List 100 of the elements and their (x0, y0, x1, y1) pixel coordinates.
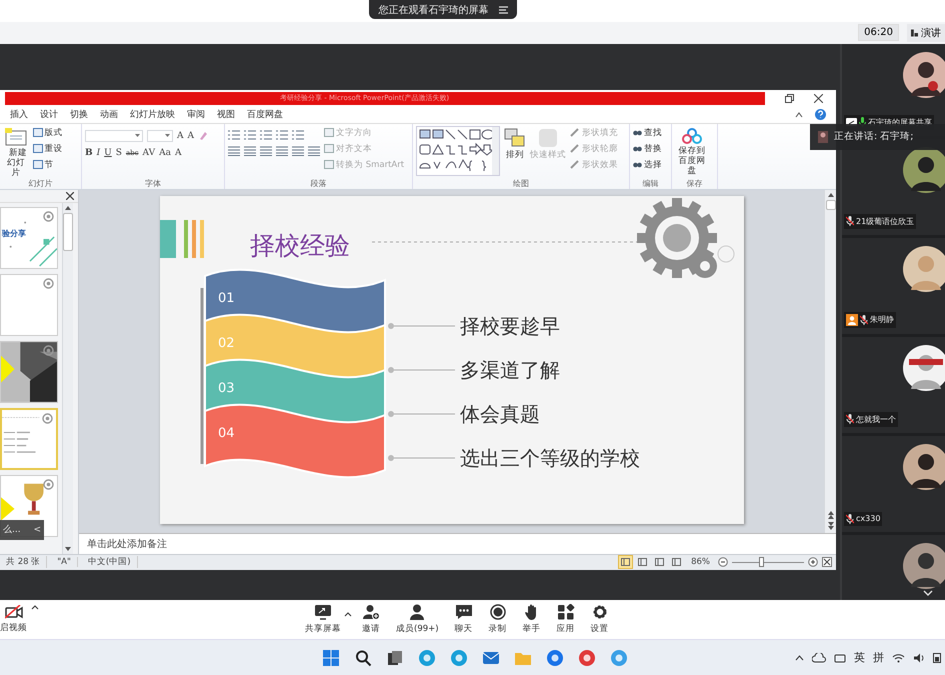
chevron-down-icon[interactable] (923, 590, 933, 596)
view-button[interactable] (670, 556, 684, 568)
ribbon-command[interactable]: 重设 (32, 142, 62, 156)
video-button[interactable]: 启视频 (0, 604, 27, 634)
storage-icon[interactable] (834, 652, 846, 663)
align-icon[interactable] (260, 146, 272, 156)
browser-icon[interactable] (418, 648, 436, 667)
format-button[interactable]: Aa (159, 148, 171, 158)
toolbar-button[interactable]: 聊天 (454, 604, 473, 635)
ribbon-tab[interactable]: 设计 (40, 108, 58, 122)
ribbon-tab[interactable]: 插入 (10, 108, 28, 122)
list-icon[interactable] (292, 130, 304, 140)
help-icon[interactable] (815, 109, 826, 120)
slide-thumbnail[interactable] (0, 274, 58, 336)
toolbar-button[interactable]: 录制 (488, 604, 507, 635)
ribbon-command[interactable]: 选择 (633, 158, 662, 172)
ribbon-tab[interactable]: 视图 (217, 108, 235, 122)
view-button[interactable] (619, 556, 632, 568)
list-icon[interactable] (228, 130, 240, 140)
music-app-icon[interactable] (578, 648, 596, 667)
list-icon[interactable] (260, 130, 272, 140)
save-to-cloud-button[interactable]: 保存到百度网盘 (675, 126, 709, 176)
ribbon-command[interactable]: 替换 (633, 142, 662, 156)
slider-thumb[interactable] (759, 557, 764, 568)
font-name-field[interactable] (85, 130, 143, 142)
align-icon[interactable] (228, 146, 240, 156)
volume-icon[interactable] (913, 652, 925, 663)
close-icon[interactable] (66, 192, 74, 200)
speaker-view-button[interactable]: 演讲 (907, 24, 945, 42)
scroll-thumb[interactable] (63, 212, 73, 251)
ribbon-command[interactable]: 查找 (633, 126, 662, 140)
participant-name: 朱明静 (870, 314, 894, 326)
toolbar-button[interactable]: 共享屏幕 (305, 604, 341, 635)
fit-window-icon[interactable] (822, 557, 832, 568)
format-button[interactable]: U (104, 148, 112, 158)
format-button[interactable]: A (174, 148, 182, 158)
browser-icon[interactable] (450, 648, 468, 667)
search-icon[interactable] (354, 648, 372, 667)
align-icon[interactable] (292, 146, 304, 156)
scroll-up-icon[interactable] (828, 192, 834, 197)
collapse-button[interactable]: < (33, 524, 41, 535)
caret-up-icon[interactable] (344, 612, 352, 617)
ribbon-tab[interactable]: 动画 (100, 108, 118, 122)
toolbar-button[interactable]: 成员(99+) (396, 604, 439, 635)
scrollbar[interactable] (824, 190, 836, 533)
chat-app-icon[interactable] (610, 648, 628, 667)
align-icon[interactable] (308, 146, 320, 156)
format-button[interactable]: S (116, 148, 122, 158)
format-button[interactable]: B (85, 148, 93, 158)
ribbon-tab[interactable]: 切换 (70, 108, 88, 122)
toolbar-button[interactable]: 设置 (590, 604, 609, 635)
list-icon[interactable] (276, 130, 288, 140)
meeting-app-icon[interactable] (546, 648, 564, 667)
close-icon[interactable] (814, 94, 823, 103)
new-slide-button[interactable]: 新建幻灯片 (3, 126, 28, 178)
menu-icon[interactable] (498, 6, 508, 14)
prev-slide-icon[interactable] (828, 510, 834, 519)
align-icon[interactable] (276, 146, 288, 156)
scroll-down-icon[interactable] (65, 546, 71, 551)
caret-up-icon[interactable] (795, 654, 804, 661)
font-size-field[interactable] (147, 130, 173, 142)
font-size-button[interactable]: A (188, 130, 194, 141)
slide-thumbnail[interactable] (0, 408, 58, 470)
collapse-ribbon-icon[interactable] (795, 112, 803, 118)
caret-up-icon[interactable] (31, 604, 39, 610)
input-method[interactable]: 拼 (873, 650, 884, 666)
format-button[interactable]: AV (142, 148, 156, 158)
align-icon[interactable] (244, 146, 256, 156)
zoom-in-icon[interactable] (808, 557, 818, 568)
scrollbar[interactable] (62, 202, 73, 554)
ribbon-command[interactable]: 节 (32, 158, 62, 172)
ribbon-tab[interactable]: 百度网盘 (247, 108, 283, 122)
task-view-icon[interactable] (386, 648, 404, 667)
ribbon-tab[interactable]: 审阅 (187, 108, 205, 122)
scroll-up-icon[interactable] (65, 206, 71, 210)
slide-thumbnail[interactable]: 验分享 (0, 206, 58, 269)
windows-icon[interactable] (322, 648, 340, 667)
next-slide-icon[interactable] (828, 522, 834, 530)
font-size-button[interactable]: A (177, 130, 184, 141)
ribbon-command[interactable]: 版式 (32, 126, 62, 140)
view-button[interactable] (653, 556, 666, 568)
toolbar-button[interactable]: 举手 (522, 604, 541, 635)
shapes-gallery[interactable] (416, 126, 500, 176)
toolbar-button[interactable]: 邀请 (362, 604, 380, 635)
list-icon[interactable] (244, 130, 256, 140)
restore-icon[interactable] (785, 94, 794, 103)
zoom-slider[interactable] (732, 557, 804, 568)
scroll-thumb[interactable] (826, 200, 836, 210)
input-language[interactable]: 英 (854, 650, 865, 666)
zoom-out-icon[interactable] (718, 557, 728, 568)
ribbon-tab[interactable]: 幻灯片放映 (130, 108, 175, 122)
arrange-button[interactable]: 排列 (504, 126, 526, 160)
slide-thumbnail[interactable] (0, 340, 58, 403)
format-button[interactable]: I (96, 148, 100, 158)
leader-line (388, 366, 456, 373)
toolbar-button[interactable]: 应用 (556, 604, 575, 635)
cloud-icon[interactable] (812, 652, 826, 663)
view-button[interactable] (636, 556, 650, 568)
wifi-icon[interactable] (892, 652, 905, 663)
battery-icon[interactable] (933, 652, 941, 663)
